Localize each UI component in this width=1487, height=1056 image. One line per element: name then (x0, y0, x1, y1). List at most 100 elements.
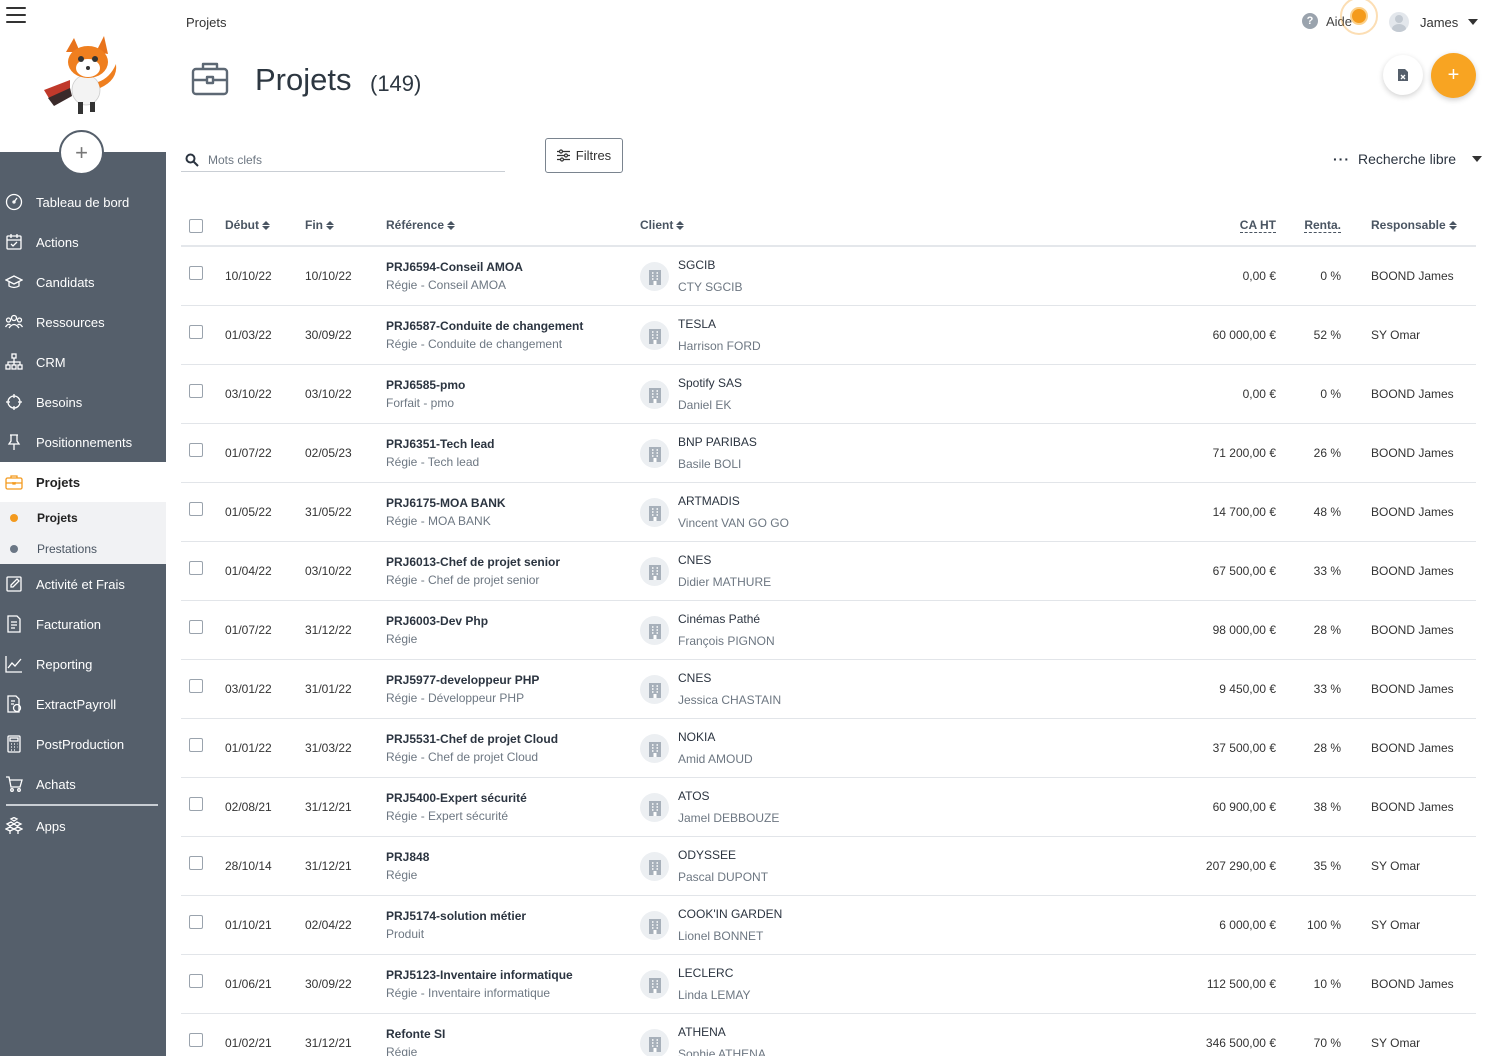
row-checkbox[interactable] (189, 384, 203, 398)
client-name-link[interactable]: CNES (678, 553, 771, 567)
column-header-responsable[interactable]: Responsable (1371, 218, 1457, 232)
filters-button[interactable]: Filtres (545, 138, 623, 173)
client-contact-link[interactable]: Linda LEMAY (678, 988, 751, 1002)
table-row[interactable]: 28/10/14 31/12/21 PRJ848 Régie ODYSSEE P… (181, 837, 1476, 896)
client-name-link[interactable]: ODYSSEE (678, 848, 768, 862)
table-row[interactable]: 01/07/22 31/12/22 PRJ6003-Dev Php Régie … (181, 601, 1476, 660)
row-checkbox[interactable] (189, 738, 203, 752)
column-header-debut[interactable]: Début (225, 218, 270, 232)
sidebar-item-besoins[interactable]: Besoins (0, 382, 166, 422)
row-checkbox[interactable] (189, 679, 203, 693)
table-row[interactable]: 10/10/22 10/10/22 PRJ6594-Conseil AMOA R… (181, 247, 1476, 306)
project-reference-link[interactable]: PRJ5123-Inventaire informatique (386, 968, 573, 982)
sidebar-subitem-prestations[interactable]: Prestations (0, 533, 166, 564)
column-header-client[interactable]: Client (640, 218, 685, 232)
project-reference-link[interactable]: PRJ6594-Conseil AMOA (386, 260, 523, 274)
row-checkbox[interactable] (189, 325, 203, 339)
column-header-reference[interactable]: Référence (386, 218, 456, 232)
client-name-link[interactable]: CNES (678, 671, 781, 685)
client-contact-link[interactable]: Daniel EK (678, 398, 742, 412)
sidebar-item-activite-et-frais[interactable]: Activité et Frais (0, 564, 166, 604)
sidebar-item-apps[interactable]: Apps (0, 806, 166, 846)
project-reference-link[interactable]: PRJ5174-solution métier (386, 909, 526, 923)
table-row[interactable]: 01/06/21 30/09/22 PRJ5123-Inventaire inf… (181, 955, 1476, 1014)
row-checkbox[interactable] (189, 502, 203, 516)
client-contact-link[interactable]: Vincent VAN GO GO (678, 516, 789, 530)
sidebar-item-crm[interactable]: CRM (0, 342, 166, 382)
column-header-fin[interactable]: Fin (305, 218, 334, 232)
client-name-link[interactable]: COOK'IN GARDEN (678, 907, 782, 921)
row-checkbox[interactable] (189, 561, 203, 575)
notification-beacon-icon[interactable] (1340, 0, 1378, 35)
client-contact-link[interactable]: Harrison FORD (678, 339, 761, 353)
table-row[interactable]: 03/10/22 03/10/22 PRJ6585-pmo Forfait - … (181, 365, 1476, 424)
client-name-link[interactable]: ATOS (678, 789, 779, 803)
project-reference-link[interactable]: PRJ5531-Chef de projet Cloud (386, 732, 558, 746)
project-reference-link[interactable]: PRJ6587-Conduite de changement (386, 319, 583, 333)
project-reference-link[interactable]: PRJ6003-Dev Php (386, 614, 488, 628)
client-name-link[interactable]: NOKIA (678, 730, 753, 744)
sidebar-item-projets[interactable]: Projets (0, 462, 166, 502)
project-reference-link[interactable]: PRJ5977-developpeur PHP (386, 673, 539, 687)
table-row[interactable]: 01/01/22 31/03/22 PRJ5531-Chef de projet… (181, 719, 1476, 778)
client-contact-link[interactable]: François PIGNON (678, 634, 775, 648)
sidebar-item-achats[interactable]: Achats (0, 764, 166, 804)
table-row[interactable]: 02/08/21 31/12/21 PRJ5400-Expert sécurit… (181, 778, 1476, 837)
sidebar-item-facturation[interactable]: Facturation (0, 604, 166, 644)
row-checkbox[interactable] (189, 443, 203, 457)
sidebar-add-button[interactable]: + (59, 130, 104, 175)
row-checkbox[interactable] (189, 915, 203, 929)
client-name-link[interactable]: LECLERC (678, 966, 751, 980)
client-name-link[interactable]: BNP PARIBAS (678, 435, 757, 449)
client-contact-link[interactable]: Jamel DEBBOUZE (678, 811, 779, 825)
table-row[interactable]: 01/05/22 31/05/22 PRJ6175-MOA BANK Régie… (181, 483, 1476, 542)
client-contact-link[interactable]: Lionel BONNET (678, 929, 782, 943)
table-row[interactable]: 01/02/21 31/12/21 Refonte SI Régie ATHEN… (181, 1014, 1476, 1056)
row-checkbox[interactable] (189, 974, 203, 988)
sidebar-item-ressources[interactable]: Ressources (0, 302, 166, 342)
client-name-link[interactable]: SGCIB (678, 258, 742, 272)
client-name-link[interactable]: Spotify SAS (678, 376, 742, 390)
project-reference-link[interactable]: PRJ6585-pmo (386, 378, 465, 392)
sidebar-item-positionnements[interactable]: Positionnements (0, 422, 166, 462)
table-row[interactable]: 01/03/22 30/09/22 PRJ6587-Conduite de ch… (181, 306, 1476, 365)
export-button[interactable] (1383, 55, 1423, 95)
project-reference-link[interactable]: PRJ848 (386, 850, 429, 864)
project-reference-link[interactable]: PRJ6351-Tech lead (386, 437, 495, 451)
row-checkbox[interactable] (189, 1033, 203, 1047)
sidebar-item-candidats[interactable]: Candidats (0, 262, 166, 302)
client-name-link[interactable]: ARTMADIS (678, 494, 789, 508)
client-contact-link[interactable]: Didier MATHURE (678, 575, 771, 589)
free-search-dropdown[interactable]: ··· Recherche libre (1333, 151, 1483, 167)
table-row[interactable]: 03/01/22 31/01/22 PRJ5977-developpeur PH… (181, 660, 1476, 719)
project-reference-link[interactable]: PRJ6013-Chef de projet senior (386, 555, 560, 569)
client-contact-link[interactable]: Pascal DUPONT (678, 870, 768, 884)
sidebar-item-reporting[interactable]: Reporting (0, 644, 166, 684)
project-reference-link[interactable]: Refonte SI (386, 1027, 445, 1041)
select-all-checkbox[interactable] (189, 219, 203, 233)
sidebar-item-postproduction[interactable]: PostProduction (0, 724, 166, 764)
table-row[interactable]: 01/10/21 02/04/22 PRJ5174-solution métie… (181, 896, 1476, 955)
sidebar-item-tableau-de-bord[interactable]: Tableau de bord (0, 182, 166, 222)
column-header-ca-ht[interactable]: CA HT (1239, 218, 1276, 233)
search-input[interactable] (208, 152, 488, 167)
client-contact-link[interactable]: Jessica CHASTAIN (678, 693, 781, 707)
client-name-link[interactable]: Cinémas Pathé (678, 612, 775, 626)
client-contact-link[interactable]: Basile BOLI (678, 457, 757, 471)
row-checkbox[interactable] (189, 856, 203, 870)
column-header-renta[interactable]: Renta. (1304, 218, 1341, 233)
hamburger-menu-icon[interactable] (6, 7, 26, 25)
table-row[interactable]: 01/04/22 03/10/22 PRJ6013-Chef de projet… (181, 542, 1476, 601)
user-menu[interactable]: James (1389, 12, 1479, 32)
sidebar-item-extractpayroll[interactable]: ExtractPayroll (0, 684, 166, 724)
project-reference-link[interactable]: PRJ6175-MOA BANK (386, 496, 506, 510)
project-reference-link[interactable]: PRJ5400-Expert sécurité (386, 791, 527, 805)
table-row[interactable]: 01/07/22 02/05/23 PRJ6351-Tech lead Régi… (181, 424, 1476, 483)
sidebar-item-actions[interactable]: Actions (0, 222, 166, 262)
row-checkbox[interactable] (189, 620, 203, 634)
client-name-link[interactable]: TESLA (678, 317, 761, 331)
add-project-button[interactable]: + (1431, 53, 1476, 98)
row-checkbox[interactable] (189, 797, 203, 811)
sidebar-subitem-projets[interactable]: Projets (0, 502, 166, 533)
client-name-link[interactable]: ATHENA (678, 1025, 766, 1039)
